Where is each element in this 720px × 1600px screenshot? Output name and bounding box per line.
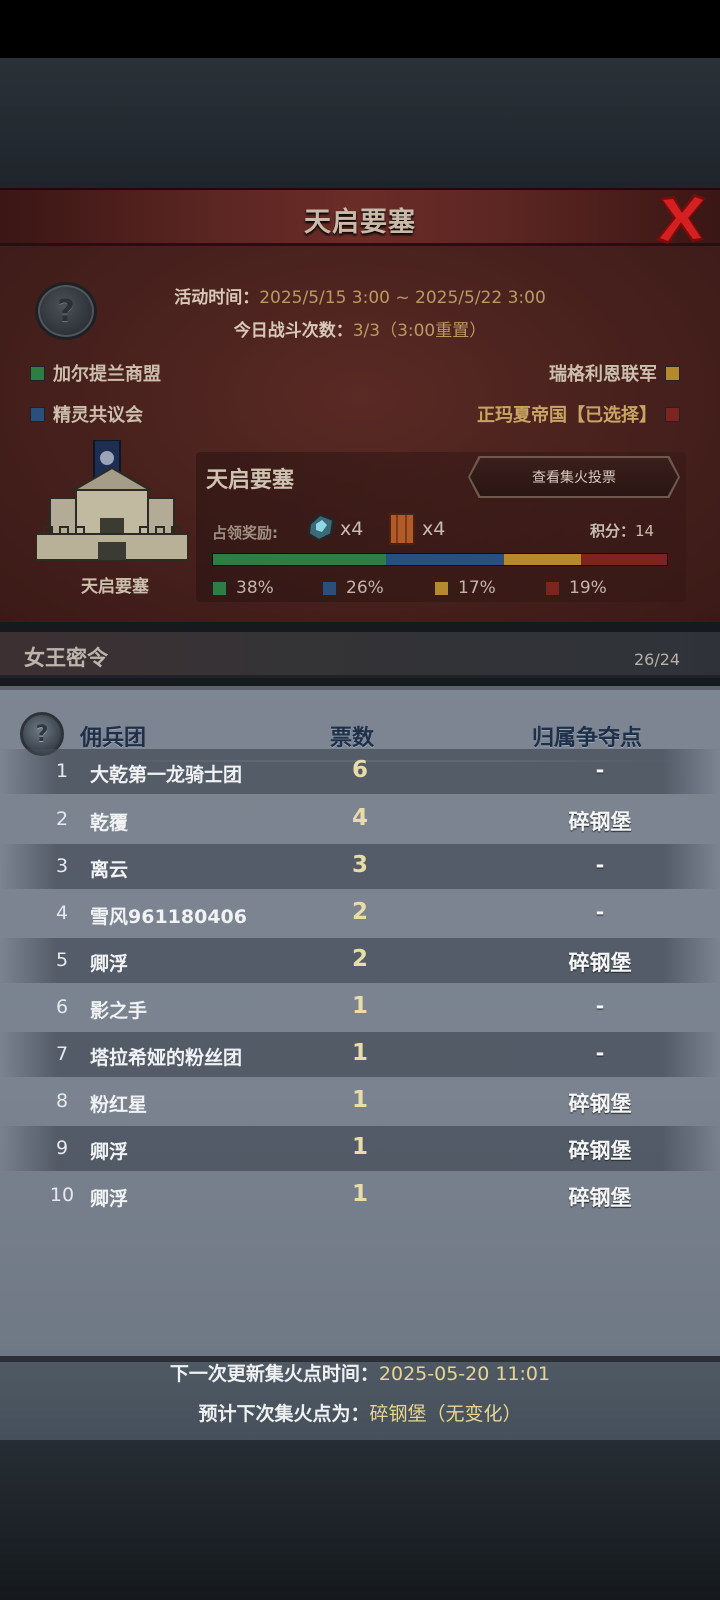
table-row[interactable]: 5 卿浮 2 碎钢堡 [0, 938, 720, 983]
table-row[interactable]: 6 影之手 1 - [0, 985, 720, 1030]
queen-order-count: 26/24 [634, 650, 681, 669]
view-vote-button[interactable]: 查看集火投票 [470, 458, 678, 496]
share-segment-red [580, 554, 667, 565]
share-blue: 26% [322, 578, 384, 598]
faction-legend-yellow: 瑞格利恩联军 [549, 360, 680, 386]
share-segment-blue [385, 554, 504, 565]
table-row[interactable]: 1 大乾第一龙骑士团 6 - [0, 749, 720, 794]
red-swatch [545, 580, 560, 596]
yellow-swatch [665, 365, 680, 381]
score: 积分：14 [590, 522, 655, 540]
queen-order-title: 女王密令 [24, 646, 108, 670]
close-button[interactable] [652, 190, 710, 246]
table-row[interactable]: 3 离云 3 - [0, 844, 720, 889]
close-icon [656, 194, 706, 244]
wood-crate-quantity: x4 [422, 518, 446, 540]
header-legion: 佣兵团 [80, 726, 147, 751]
share-green: 38% [212, 578, 274, 598]
yellow-swatch [434, 580, 449, 596]
battle-count-line: 今日战斗次数：3/3（3:00重置） [233, 321, 487, 341]
background-lower [0, 1440, 720, 1600]
share-segment-yellow [503, 554, 581, 565]
table-row[interactable]: 10 卿浮 1 碎钢堡 [0, 1173, 720, 1218]
next-update-line: 下一次更新集火点时间：2025-05-20 11:01 [169, 1363, 551, 1385]
share-segment-green [213, 554, 386, 565]
red-swatch [665, 406, 680, 422]
faction-legend-blue: 精灵共议会 [30, 401, 143, 427]
table-row[interactable]: 4 雪风961180406 2 - [0, 891, 720, 936]
blue-swatch [30, 406, 45, 422]
header-votes: 票数 [330, 726, 375, 751]
fortress-title: 天启要塞 [206, 468, 295, 493]
question-icon: ? [35, 721, 49, 747]
rune-stone-icon[interactable] [306, 512, 336, 542]
green-swatch [30, 365, 45, 381]
background-upper [0, 58, 720, 188]
faction-legend-red-selected: 正玛夏帝国【已选择】 [477, 401, 680, 427]
blue-swatch [322, 580, 337, 596]
page-title: 天启要塞 [304, 207, 416, 238]
rune-stone-quantity: x4 [340, 518, 364, 540]
fortress-icon[interactable] [36, 440, 188, 564]
share-yellow: 17% [434, 578, 496, 598]
event-time-line: 活动时间：2025/5/15 3:00 ~ 2025/5/22 3:00 [174, 288, 546, 308]
table-row[interactable]: 2 乾覆 4 碎钢堡 [0, 797, 720, 842]
header-point: 归属争夺点 [532, 726, 643, 751]
forecast-line: 预计下次集火点为：碎钢堡（无变化） [198, 1403, 522, 1425]
queen-order-bar[interactable] [0, 632, 720, 678]
table-row[interactable]: 9 卿浮 1 碎钢堡 [0, 1126, 720, 1171]
faction-legend-green: 加尔提兰商盟 [30, 360, 161, 386]
green-swatch [212, 580, 227, 596]
title-bar: 天启要塞 [0, 188, 720, 246]
share-red: 19% [545, 578, 607, 598]
table-row[interactable]: 8 粉红星 1 碎钢堡 [0, 1079, 720, 1124]
top-status-area [0, 0, 720, 58]
faction-share-legend: 38% 26% 17% 19% [212, 578, 672, 600]
table-row[interactable]: 7 塔拉希娅的粉丝团 1 - [0, 1032, 720, 1077]
faction-share-bar [212, 553, 668, 566]
wood-crate-icon[interactable] [388, 512, 416, 546]
reward-label: 占领奖励: [212, 524, 278, 542]
fortress-caption: 天启要塞 [81, 577, 149, 597]
